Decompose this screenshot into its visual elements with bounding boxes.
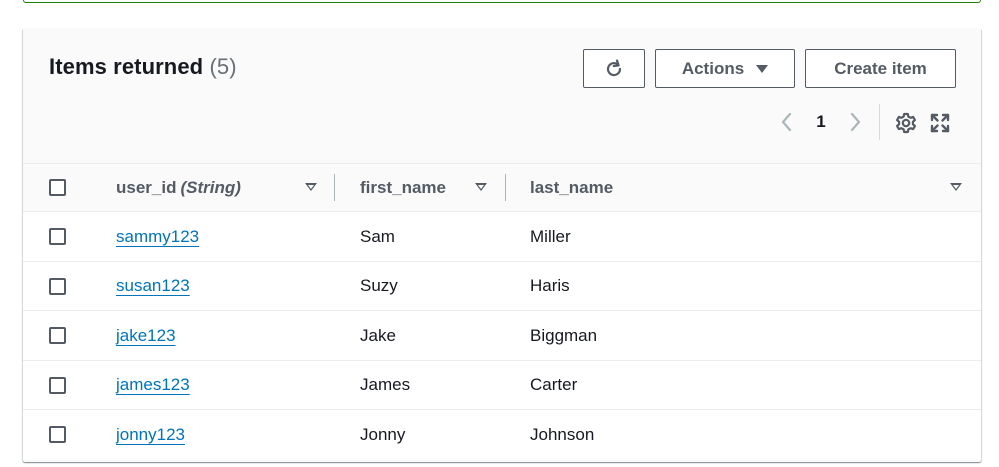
user-id-link[interactable]: jake123: [116, 326, 176, 346]
cell-last-name: Miller: [530, 226, 571, 246]
page-number[interactable]: 1: [799, 112, 843, 132]
table-row: jonny123 Jonny Johnson: [23, 410, 981, 460]
cell-first-name: Sam: [360, 226, 395, 246]
sort-icon[interactable]: [305, 183, 317, 191]
gear-icon[interactable]: [895, 112, 917, 134]
actions-label: Actions: [681, 58, 745, 78]
column-resizer[interactable]: [334, 174, 335, 201]
column-name: last_name: [530, 177, 614, 197]
pagination: 1: [775, 110, 867, 134]
user-id-link[interactable]: susan123: [116, 276, 190, 296]
table-row: james123 James Carter: [23, 360, 981, 410]
row-checkbox[interactable]: [49, 376, 66, 394]
refresh-button[interactable]: [583, 49, 645, 88]
items-returned-panel: Items returned (5) Actions Create item 1: [23, 28, 981, 462]
cell-first-name: Suzy: [360, 276, 398, 295]
cell-user-id: jake123: [116, 311, 176, 360]
chevron-left-icon[interactable]: [775, 110, 799, 134]
table-body: sammy123 Sam Miller susan123 Suzy Haris …: [23, 212, 981, 460]
row-checkbox[interactable]: [49, 327, 66, 344]
cell-first-name: Jake: [360, 325, 396, 345]
panel-title-text: Items returned: [49, 54, 204, 79]
cell-last-name: Biggman: [530, 325, 598, 345]
column-header-last-name[interactable]: last_name: [530, 164, 613, 211]
caret-down-icon: [756, 64, 769, 73]
success-banner: [23, 0, 981, 3]
create-item-button[interactable]: Create item: [805, 49, 956, 88]
row-checkbox[interactable]: [49, 277, 66, 295]
user-id-link[interactable]: james123: [116, 375, 190, 395]
items-table: user_id (String) first_name last_name sa…: [23, 163, 981, 460]
row-checkbox[interactable]: [49, 228, 66, 245]
cell-last-name: Carter: [530, 375, 578, 394]
column-name: user_id: [116, 177, 177, 197]
item-count: (5): [209, 54, 237, 79]
row-checkbox[interactable]: [49, 426, 66, 443]
cell-first-name: Jonny: [360, 424, 406, 444]
select-all-checkbox[interactable]: [49, 179, 66, 196]
cell-user-id: james123: [116, 361, 190, 410]
pager-divider: [879, 104, 880, 140]
column-resizer[interactable]: [505, 174, 506, 201]
user-id-link[interactable]: sammy123: [116, 227, 199, 247]
panel-title: Items returned (5): [49, 54, 237, 80]
refresh-icon: [606, 58, 622, 76]
table-row: susan123 Suzy Haris: [23, 261, 981, 311]
table-row: sammy123 Sam Miller: [23, 212, 981, 262]
table-header: user_id (String) first_name last_name: [23, 163, 981, 212]
cell-user-id: susan123: [116, 262, 190, 311]
fullscreen-icon[interactable]: [929, 112, 951, 134]
column-header-user-id[interactable]: user_id (String): [116, 164, 241, 211]
create-item-label: Create item: [834, 58, 927, 78]
user-id-link[interactable]: jonny123: [116, 425, 185, 445]
sort-icon[interactable]: [950, 183, 962, 191]
cell-last-name: Haris: [530, 276, 570, 295]
column-header-first-name[interactable]: first_name: [360, 164, 446, 211]
cell-first-name: James: [360, 375, 411, 394]
sort-icon[interactable]: [475, 183, 487, 191]
column-type: (String): [180, 177, 241, 197]
cell-user-id: sammy123: [116, 212, 199, 261]
actions-dropdown-button[interactable]: Actions: [655, 49, 795, 88]
chevron-right-icon[interactable]: [843, 110, 867, 134]
cell-last-name: Johnson: [530, 424, 595, 444]
table-row: jake123 Jake Biggman: [23, 311, 981, 361]
column-name: first_name: [360, 177, 446, 197]
cell-user-id: jonny123: [116, 410, 185, 459]
